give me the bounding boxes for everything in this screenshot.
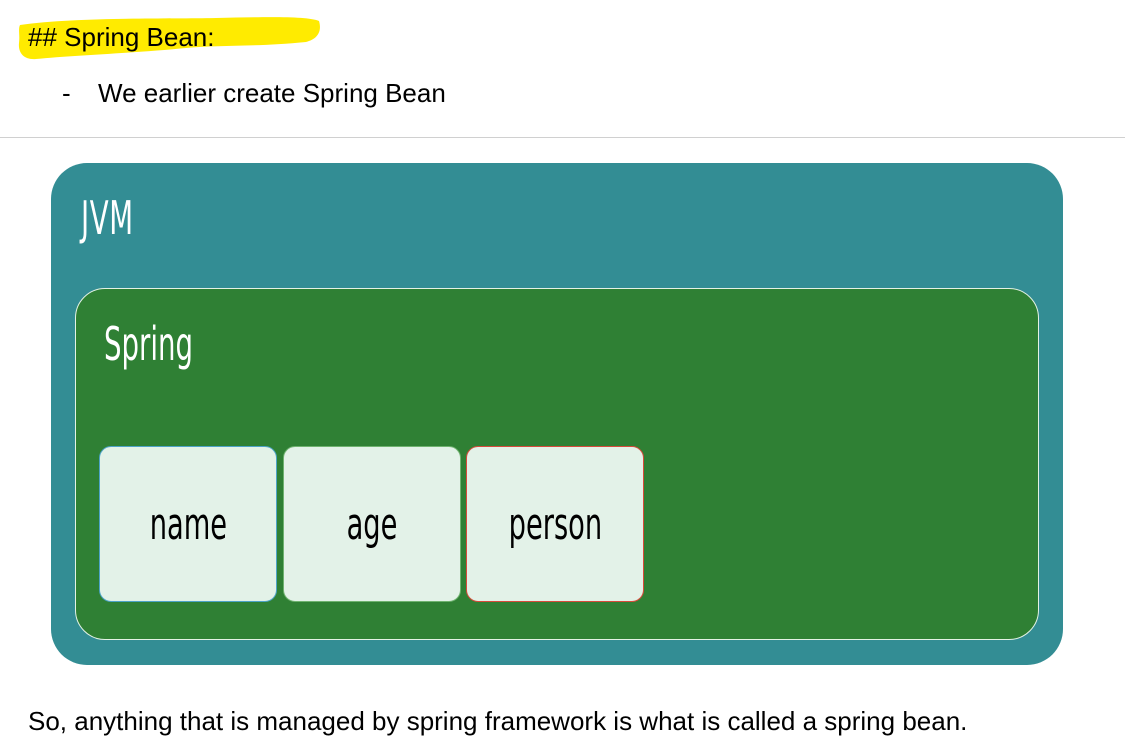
spring-label: Spring xyxy=(104,317,194,371)
conclusion-text: So, anything that is managed by spring f… xyxy=(28,706,968,736)
bullet-text: We earlier create Spring Bean xyxy=(98,78,446,108)
bean-age-label: age xyxy=(346,498,398,550)
bean-age-box: age xyxy=(283,446,461,602)
jvm-label: JVM xyxy=(81,191,134,245)
bean-person-box: person xyxy=(466,446,644,602)
section-heading: ## Spring Bean: xyxy=(28,22,215,52)
horizontal-divider xyxy=(0,137,1125,138)
spring-container: Spring name age person xyxy=(75,288,1039,640)
bean-name-box: name xyxy=(99,446,277,602)
jvm-container: JVM Spring name age person xyxy=(51,163,1063,665)
bean-name-label: name xyxy=(149,498,227,550)
bean-person-label: person xyxy=(508,498,602,550)
bullet-marker: - xyxy=(62,78,71,108)
